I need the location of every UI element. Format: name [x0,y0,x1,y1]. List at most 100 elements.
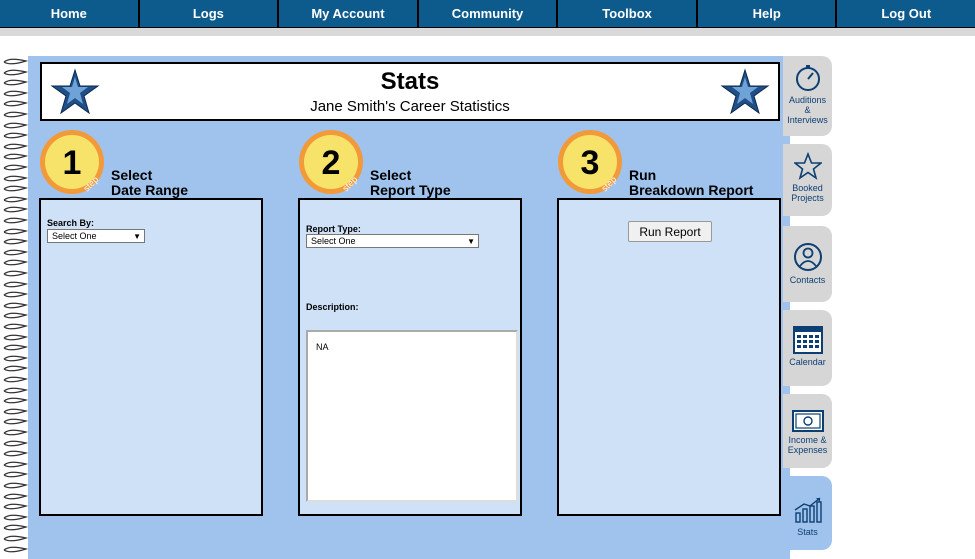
nav-home[interactable]: Home [0,0,138,27]
page-root: Home Logs My Account Community Toolbox H… [0,0,975,559]
spiral-binding [0,56,30,559]
binding-ring [3,514,28,521]
binding-ring [3,207,28,213]
binding-ring [3,122,28,128]
step-3-title: Run Breakdown Report [629,167,754,198]
page-header: Stats Jane Smith's Career Statistics [40,62,780,121]
binding-ring [3,334,28,340]
performer-track-logo [720,68,770,115]
search-by-select[interactable]: Select One ▼ [47,229,145,243]
binding-ring [3,503,28,510]
tab-label: Calendar [789,357,826,367]
step-3-number: 3 [581,144,600,182]
nav-logs[interactable]: Logs [139,0,278,27]
tab-booked-projects[interactable]: Booked Projects [783,144,832,216]
binding-ring [3,472,28,478]
step-1-number: 1 [63,144,82,182]
binding-ring [3,450,28,457]
binding-ring [3,143,28,150]
binding-ring [3,525,28,531]
binding-ring [3,291,28,298]
binding-ring [3,323,28,330]
binding-ring [3,429,28,436]
binding-ring [3,196,28,203]
step-2-badge: 2 step [299,130,363,194]
tab-label: Income & Expenses [787,435,828,455]
binding-ring [3,344,28,351]
binding-ring [3,397,28,404]
tab-label: Contacts [789,275,826,285]
binding-ring [3,376,28,383]
binding-ring [3,79,28,86]
nav-community[interactable]: Community [418,0,557,27]
binding-ring [3,154,28,160]
search-by-label: Search By: [47,218,95,228]
binding-ring [3,440,28,446]
tab-auditions-interviews[interactable]: Auditions & Interviews [783,56,832,136]
description-label: Description: [306,302,359,312]
tab-label: Stats [797,527,818,537]
description-text: NA [316,342,329,352]
binding-ring [3,260,28,266]
tab-contacts[interactable]: Contacts [783,226,832,302]
binding-ring [3,90,28,97]
date-range-panel: Search By: Select One ▼ [39,198,263,516]
run-report-button[interactable]: Run Report [628,221,712,242]
nav-my-account[interactable]: My Account [279,0,417,27]
step-1-title: Select Date Range [111,167,189,198]
money-icon [791,410,824,432]
tab-stats[interactable]: Stats [783,476,832,550]
binding-ring [3,493,28,499]
binding-ring [3,387,28,393]
report-type-label: Report Type: [306,224,361,234]
bar-chart-icon [794,497,822,523]
page-title: Stats [380,68,440,95]
binding-ring [3,101,28,107]
step-1-badge: 1 step [40,130,104,194]
binding-ring [3,366,28,372]
binding-ring [3,281,28,287]
binding-ring [3,302,28,309]
nav-log-out[interactable]: Log Out [837,0,975,27]
binding-ring [3,185,28,192]
nav-divider [0,28,975,36]
nav-help[interactable]: Help [697,0,836,27]
binding-ring [3,111,28,118]
binding-ring [3,313,28,319]
binding-ring [3,69,28,75]
binding-ring [3,408,28,415]
top-nav: Home Logs My Account Community Toolbox H… [0,0,975,28]
binding-ring [3,58,28,65]
binding-ring [3,535,28,542]
description-box: NA [306,330,518,502]
binding-ring [3,132,28,139]
binding-ring [3,270,28,277]
chevron-down-icon: ▼ [133,232,141,241]
step-2-number: 2 [322,144,341,182]
calendar-icon [792,326,823,354]
tab-label: Booked Projects [791,183,824,203]
tab-label: Auditions & Interviews [787,95,828,125]
report-type-panel: Report Type: Select One ▼ Description: N… [298,198,522,516]
binding-ring [3,249,28,256]
binding-ring [3,217,28,224]
tab-calendar[interactable]: Calendar [783,310,832,386]
star-icon [793,152,822,180]
run-report-panel: Run Report [557,198,781,516]
binding-ring [3,355,28,362]
binding-ring [3,228,28,234]
binding-ring [3,461,28,468]
report-type-select[interactable]: Select One ▼ [306,234,479,248]
binding-ring [3,546,28,552]
binding-ring [3,482,28,489]
nav-toolbox[interactable]: Toolbox [558,0,696,27]
step-3-badge: 3 step [558,130,622,194]
binding-ring [3,175,28,181]
binding-ring [3,238,28,245]
chevron-down-icon: ▼ [467,237,475,246]
stopwatch-icon [795,65,820,91]
page-subtitle: Jane Smith's Career Statistics [310,98,510,115]
tab-income-expenses[interactable]: Income & Expenses [783,394,832,468]
binding-ring [3,164,28,171]
person-icon [793,243,822,271]
